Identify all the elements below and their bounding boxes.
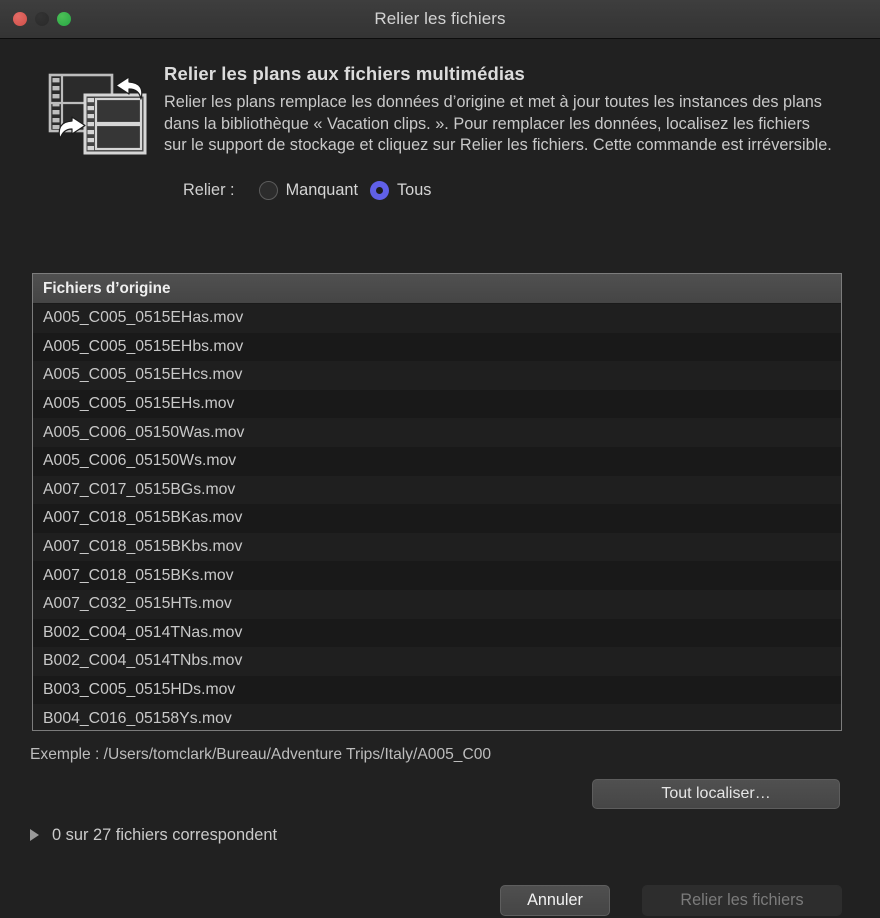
window-controls — [13, 0, 71, 38]
relink-media-filmstrips-icon — [44, 61, 152, 160]
table-row[interactable]: A005_C005_0515EHbs.mov — [33, 333, 841, 362]
table-row[interactable]: A007_C018_0515BKbs.mov — [33, 533, 841, 562]
match-status-label: 0 sur 27 fichiers correspondent — [52, 826, 277, 845]
radio-label-manquant: Manquant — [286, 181, 358, 200]
table-row[interactable]: A005_C006_05150Was.mov — [33, 418, 841, 447]
file-name: A007_C018_0515BKas.mov — [43, 509, 242, 527]
relink-scope-row: Relier : Manquant Tous — [0, 160, 880, 207]
table-row[interactable]: A005_C005_0515EHs.mov — [33, 390, 841, 419]
table-row[interactable]: A007_C018_0515BKas.mov — [33, 504, 841, 533]
file-name: A005_C005_0515EHas.mov — [43, 309, 243, 327]
intro-heading: Relier les plans aux fichiers multimédia… — [164, 63, 850, 85]
table-row[interactable]: B002_C004_0514TNas.mov — [33, 619, 841, 648]
window-titlebar: Relier les fichiers — [0, 0, 880, 39]
window-title: Relier les fichiers — [0, 9, 880, 29]
locate-all-button[interactable]: Tout localiser… — [592, 779, 840, 809]
relink-files-dialog: Relier les fichiers — [0, 0, 880, 918]
example-path-text: Exemple : /Users/tomclark/Bureau/Adventu… — [30, 746, 491, 764]
zoom-window-icon[interactable] — [57, 12, 71, 26]
minimize-window-icon[interactable] — [35, 12, 49, 26]
dialog-content: Relier les plans aux fichiers multimédia… — [0, 39, 880, 918]
intro-text-block: Relier les plans aux fichiers multimédia… — [152, 61, 850, 157]
intro-section: Relier les plans aux fichiers multimédia… — [0, 39, 880, 160]
table-row[interactable]: B002_C004_0514TNbs.mov — [33, 647, 841, 676]
radio-option-tous[interactable]: Tous — [370, 181, 431, 200]
radio-button-selected-icon[interactable] — [370, 181, 389, 200]
table-row[interactable]: A007_C032_0515HTs.mov — [33, 590, 841, 619]
relink-files-button: Relier les fichiers — [642, 885, 842, 916]
intro-description: Relier les plans remplace les données d’… — [164, 92, 836, 157]
cancel-button[interactable]: Annuler — [500, 885, 610, 916]
table-row[interactable]: A005_C005_0515EHcs.mov — [33, 361, 841, 390]
table-row[interactable]: B003_C005_0515HDs.mov — [33, 676, 841, 705]
file-name: B003_C005_0515HDs.mov — [43, 681, 235, 699]
file-name: A007_C018_0515BKbs.mov — [43, 538, 242, 556]
original-files-list[interactable]: Fichiers d’origine A005_C005_0515EHas.mo… — [32, 273, 842, 731]
radio-label-tous: Tous — [397, 181, 431, 200]
table-row[interactable]: B004_C016_05158Ys.mov — [33, 704, 841, 731]
list-column-header[interactable]: Fichiers d’origine — [33, 274, 841, 304]
file-name: A005_C006_05150Ws.mov — [43, 452, 236, 470]
table-row[interactable]: A007_C017_0515BGs.mov — [33, 476, 841, 505]
file-name: A007_C017_0515BGs.mov — [43, 481, 235, 499]
table-row[interactable]: A005_C005_0515EHas.mov — [33, 304, 841, 333]
disclosure-triangle-collapsed-icon[interactable] — [30, 829, 39, 841]
file-name: A005_C005_0515EHs.mov — [43, 395, 234, 413]
list-rows-container[interactable]: A005_C005_0515EHas.mov A005_C005_0515EHb… — [33, 304, 841, 731]
radio-button-unselected-icon[interactable] — [259, 181, 278, 200]
file-name: B004_C016_05158Ys.mov — [43, 710, 232, 728]
file-name: B002_C004_0514TNas.mov — [43, 624, 242, 642]
file-name: B002_C004_0514TNbs.mov — [43, 652, 242, 670]
file-name: A005_C006_05150Was.mov — [43, 424, 244, 442]
close-window-icon[interactable] — [13, 12, 27, 26]
file-name: A007_C032_0515HTs.mov — [43, 595, 232, 613]
match-status-row[interactable]: 0 sur 27 fichiers correspondent — [30, 822, 277, 848]
dialog-footer-buttons: Annuler Relier les fichiers — [0, 885, 880, 918]
table-row[interactable]: A007_C018_0515BKs.mov — [33, 561, 841, 590]
file-name: A007_C018_0515BKs.mov — [43, 567, 234, 585]
file-name: A005_C005_0515EHbs.mov — [43, 338, 243, 356]
radio-option-manquant[interactable]: Manquant — [259, 181, 358, 200]
relink-scope-label: Relier : — [183, 181, 235, 200]
column-header-label: Fichiers d’origine — [43, 280, 171, 298]
table-row[interactable]: A005_C006_05150Ws.mov — [33, 447, 841, 476]
file-name: A005_C005_0515EHcs.mov — [43, 366, 242, 384]
